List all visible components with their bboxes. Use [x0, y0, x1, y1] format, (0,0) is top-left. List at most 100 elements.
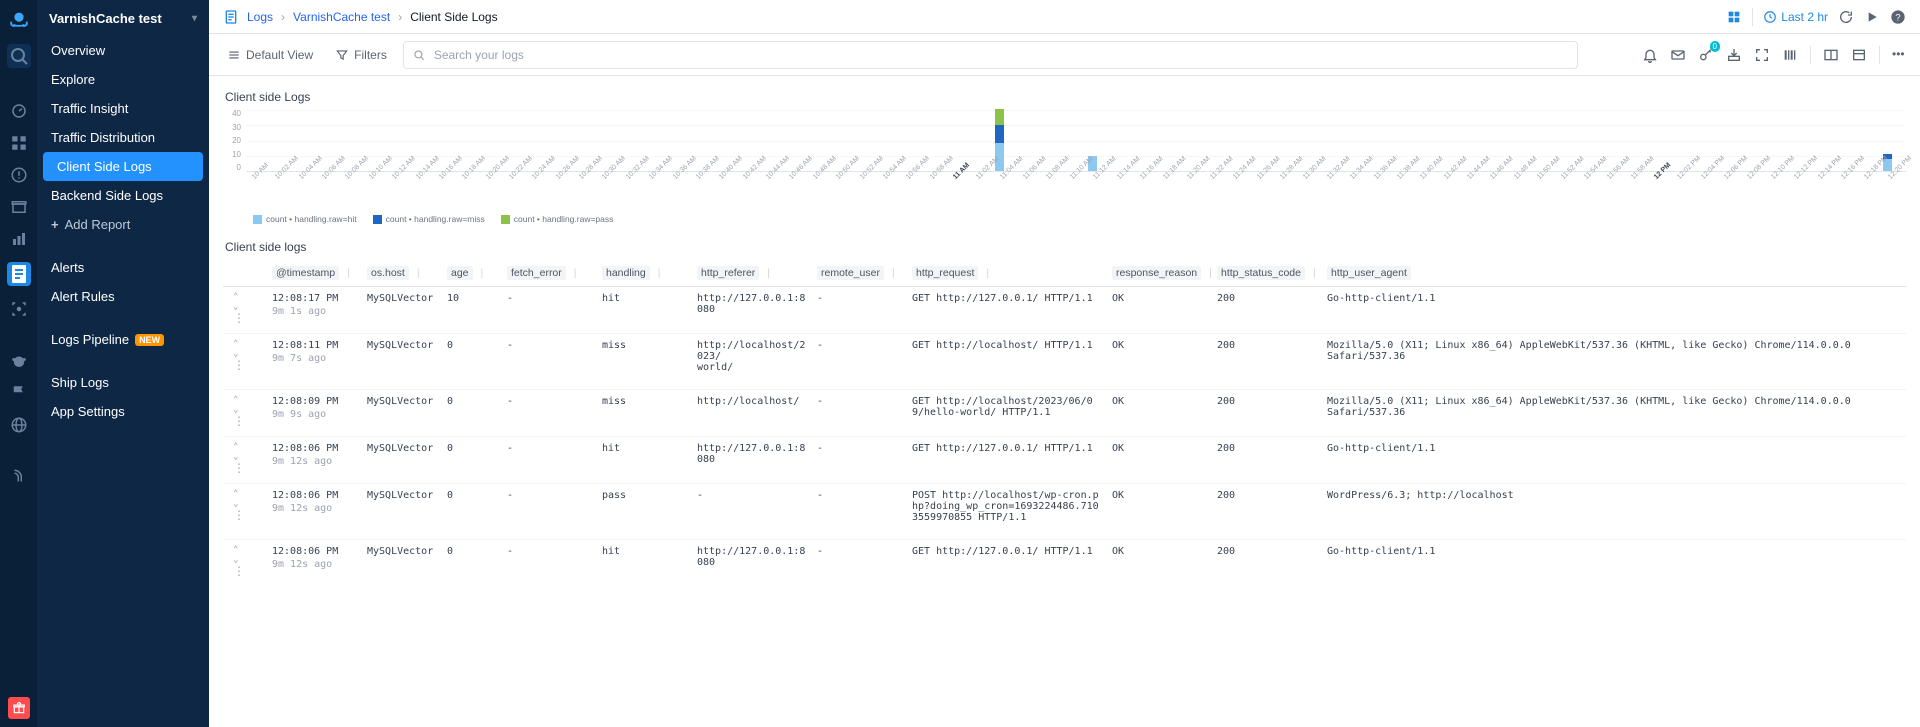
table-row[interactable]: ⌃⌄⋮12:08:06 PM9m 12s agoMySQLVector0-pas… — [223, 484, 1906, 540]
topbar: Logs › VarnishCache test › Client Side L… — [209, 0, 1920, 34]
clock-icon — [1763, 10, 1777, 24]
time-range-selector[interactable]: Last 2 hr — [1763, 10, 1828, 24]
page-icon — [223, 9, 239, 25]
column-http_user_agent[interactable]: http_user_agent — [1323, 264, 1861, 282]
filters-button[interactable]: Filters — [329, 44, 393, 66]
card-view-icon[interactable] — [1851, 47, 1867, 63]
nav-alerts[interactable]: Alerts — [37, 253, 209, 282]
nav-traffic-distribution[interactable]: Traffic Distribution — [37, 123, 209, 152]
expand-up-icon: ⌃ — [233, 396, 245, 404]
globe-icon[interactable] — [10, 416, 28, 434]
column-http_referer[interactable]: http_referer| — [693, 264, 813, 282]
expand-down-icon: ⌄ — [233, 406, 245, 414]
search-box[interactable] — [403, 41, 1578, 69]
columns-icon[interactable] — [1782, 47, 1798, 63]
nav-alert-rules[interactable]: Alert Rules — [37, 282, 209, 311]
svg-text:?: ? — [1895, 12, 1900, 22]
breadcrumb-logs[interactable]: Logs — [247, 10, 273, 24]
search-icon[interactable] — [7, 44, 31, 68]
table-row[interactable]: ⌃⌄⋮12:08:06 PM9m 12s agoMySQLVector0-hit… — [223, 540, 1906, 586]
bell-icon[interactable] — [1642, 47, 1658, 63]
reddit-icon[interactable] — [10, 352, 28, 370]
table-title: Client side logs — [225, 240, 1906, 254]
more-icon[interactable]: ••• — [1892, 47, 1908, 63]
list-icon — [227, 48, 241, 62]
signal-icon[interactable] — [10, 468, 28, 486]
split-view-icon[interactable] — [1823, 47, 1839, 63]
expand-up-icon: ⌃ — [233, 293, 245, 301]
project-selector[interactable]: VarnishCache test ▾ — [37, 7, 209, 36]
nav-backend-side-logs[interactable]: Backend Side Logs — [37, 181, 209, 210]
product-logo — [8, 8, 30, 30]
row-handle[interactable]: ⌃ ⌄ ⋮ — [233, 396, 245, 426]
export-icon[interactable] — [1726, 47, 1742, 63]
column-remote_user[interactable]: remote_user| — [813, 264, 908, 282]
project-name: VarnishCache test — [49, 11, 162, 26]
column-handling[interactable]: handling| — [598, 264, 693, 282]
expand-up-icon: ⌃ — [233, 546, 245, 554]
main: Logs › VarnishCache test › Client Side L… — [209, 0, 1920, 727]
table-row[interactable]: ⌃⌄⋮12:08:17 PM9m 1s agoMySQLVector10-hit… — [223, 287, 1906, 334]
apps-grid-icon[interactable] — [1726, 9, 1742, 25]
nav-ship-logs[interactable]: Ship Logs — [37, 368, 209, 397]
row-handle[interactable]: ⌃⌄⋮ — [233, 340, 245, 370]
row-more-icon: ⋮ — [233, 510, 245, 520]
gift-icon[interactable] — [8, 697, 30, 719]
column-@timestamp[interactable]: @timestamp| — [268, 264, 363, 282]
row-handle[interactable]: ⌃⌄⋮ — [233, 490, 245, 520]
column-response_reason[interactable]: response_reason| — [1108, 264, 1213, 282]
nav-explore[interactable]: Explore — [37, 65, 209, 94]
fullscreen-icon[interactable] — [1754, 47, 1770, 63]
search-input[interactable] — [432, 47, 1569, 63]
column-fetch_error[interactable]: fetch_error| — [503, 264, 598, 282]
nav-traffic-insight[interactable]: Traffic Insight — [37, 94, 209, 123]
alert-icon[interactable] — [10, 166, 28, 184]
nav: Overview Explore Traffic Insight Traffic… — [37, 36, 209, 426]
key-badge: 0 — [1710, 41, 1720, 52]
bars-icon[interactable] — [10, 230, 28, 248]
table-body: ⌃⌄⋮12:08:17 PM9m 1s agoMySQLVector10-hit… — [223, 287, 1906, 586]
chevron-down-icon: ▾ — [192, 13, 197, 24]
y-axis: 403020100 — [223, 110, 241, 172]
grid-icon[interactable] — [10, 134, 28, 152]
row-handle[interactable]: ⌃⌄⋮ — [233, 293, 245, 323]
table-row[interactable]: ⌃⌄⋮12:08:11 PM9m 7s agoMySQLVector0-miss… — [223, 334, 1906, 390]
nav-app-settings[interactable]: App Settings — [37, 397, 209, 426]
archive-icon[interactable] — [10, 198, 28, 216]
play-icon[interactable] — [1864, 9, 1880, 25]
expand-up-icon: ⌃ — [233, 340, 245, 348]
filter-icon — [335, 48, 349, 62]
table-row[interactable]: ⌃⌄⋮12:08:09 PM9m 9s agoMySQLVector0-miss… — [223, 390, 1906, 437]
add-report-button[interactable]: +Add Report — [37, 210, 209, 239]
help-icon[interactable]: ? — [1890, 9, 1906, 25]
refresh-icon[interactable] — [1838, 9, 1854, 25]
row-more-icon: ⋮ — [233, 416, 245, 426]
sidebar: VarnishCache test ▾ Overview Explore Tra… — [37, 0, 209, 727]
breadcrumb-project[interactable]: VarnishCache test — [293, 10, 390, 24]
icon-rail — [0, 0, 37, 727]
row-more-icon: ⋮ — [233, 566, 245, 576]
key-icon[interactable]: 0 — [1698, 47, 1714, 63]
target-icon[interactable] — [10, 300, 28, 318]
default-view-button[interactable]: Default View — [221, 44, 319, 66]
table-row[interactable]: ⌃⌄⋮12:08:06 PM9m 12s agoMySQLVector0-hit… — [223, 437, 1906, 484]
row-handle[interactable]: ⌃⌄⋮ — [233, 546, 245, 576]
breadcrumb-current: Client Side Logs — [410, 10, 497, 24]
nav-logs-pipeline[interactable]: Logs PipelineNEW — [37, 325, 209, 354]
nav-client-side-logs[interactable]: Client Side Logs — [43, 152, 203, 181]
chart-title: Client side Logs — [225, 90, 1906, 104]
column-http_status_code[interactable]: http_status_code| — [1213, 264, 1323, 282]
logs-icon[interactable] — [7, 262, 31, 286]
column-os.host[interactable]: os.host| — [363, 264, 443, 282]
row-handle[interactable]: ⌃⌄⋮ — [233, 443, 245, 473]
dashboard-icon[interactable] — [10, 102, 28, 120]
flag-icon[interactable] — [10, 384, 28, 402]
nav-overview[interactable]: Overview — [37, 36, 209, 65]
new-badge: NEW — [135, 334, 164, 346]
column-age[interactable]: age| — [443, 264, 503, 282]
mail-icon[interactable] — [1670, 47, 1686, 63]
column-http_request[interactable]: http_request| — [908, 264, 1108, 282]
chart-legend: count • handling.raw=hitcount • handling… — [253, 214, 1906, 224]
expand-up-icon: ⌃ — [233, 443, 245, 451]
expand-down-icon: ⌄ — [233, 453, 245, 461]
